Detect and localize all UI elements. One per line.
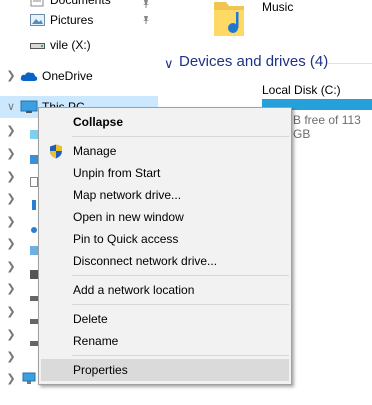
desktop-icon xyxy=(30,155,38,164)
menu-item-disconnect-network-drive[interactable]: Disconnect network drive... xyxy=(41,250,289,272)
nav-item-onedrive[interactable]: ❯ OneDrive xyxy=(0,65,158,87)
devices-drives-header[interactable]: Devices and drives (4) xyxy=(179,53,328,70)
nav-item-label: OneDrive xyxy=(42,69,93,83)
chevron-right-icon[interactable]: ❯ xyxy=(6,260,16,282)
music-folder-icon xyxy=(214,2,244,36)
pin-icon[interactable] xyxy=(141,15,151,25)
menu-item-open-new-window[interactable]: Open in new window xyxy=(41,206,289,228)
nav-item-label: Pictures xyxy=(50,13,94,27)
music-label: Music xyxy=(262,0,294,14)
menu-separator xyxy=(72,304,289,305)
chevron-down-icon[interactable]: ∨ xyxy=(164,56,174,72)
menu-item-manage[interactable]: Manage xyxy=(41,140,289,162)
onedrive-cloud-icon xyxy=(20,72,38,81)
chevron-right-icon[interactable]: ❯ xyxy=(6,305,16,327)
nav-item-vile-drive[interactable]: vile (X:) xyxy=(0,34,158,56)
documents-icon xyxy=(30,0,44,7)
menu-item-unpin-from-start[interactable]: Unpin from Start xyxy=(41,162,289,184)
chevron-right-icon[interactable]: ❯ xyxy=(6,215,16,237)
pin-icon[interactable] xyxy=(141,0,151,9)
menu-item-delete[interactable]: Delete xyxy=(41,308,289,330)
music-icon xyxy=(31,227,37,233)
local-disk-free: B free of 113 GB xyxy=(293,113,361,141)
nav-item-label: vile (X:) xyxy=(50,38,91,52)
context-menu: Collapse Manage Unpin from Start Map net… xyxy=(38,107,292,385)
chevron-right-icon[interactable]: ❯ xyxy=(6,282,16,304)
chevron-right-icon[interactable]: ❯ xyxy=(6,192,16,214)
pictures-icon xyxy=(30,14,45,26)
chevron-right-icon[interactable]: ❯ xyxy=(6,237,16,259)
chevron-right-icon[interactable]: ❯ xyxy=(6,65,16,87)
downloads-icon xyxy=(32,200,36,210)
group-divider xyxy=(328,63,372,64)
chevron-right-icon[interactable]: ❯ xyxy=(6,147,16,169)
menu-item-pin-quick-access[interactable]: Pin to Quick access xyxy=(41,228,289,250)
music-folder-item[interactable]: Music xyxy=(214,0,354,40)
uac-shield-icon xyxy=(50,144,62,159)
documents-icon xyxy=(30,177,38,187)
menu-separator xyxy=(72,275,289,276)
menu-item-add-network-location[interactable]: Add a network location xyxy=(41,279,289,301)
videos-icon xyxy=(30,270,38,279)
drive-icon xyxy=(30,296,38,301)
menu-item-rename[interactable]: Rename xyxy=(41,330,289,352)
local-disk-label: Local Disk (C:) xyxy=(262,83,341,97)
chevron-right-icon[interactable]: ❯ xyxy=(6,124,16,146)
3d-objects-icon xyxy=(30,130,38,139)
chevron-right-icon[interactable]: ❯ xyxy=(6,170,16,192)
menu-item-collapse[interactable]: Collapse xyxy=(41,111,289,133)
drive-icon xyxy=(30,43,45,49)
computer-icon xyxy=(20,100,38,113)
chevron-right-icon[interactable]: ❯ xyxy=(6,372,16,394)
nav-item-pictures[interactable]: Pictures xyxy=(0,9,158,31)
drive-icon xyxy=(30,341,38,346)
chevron-down-icon[interactable]: ∨ xyxy=(6,96,16,118)
menu-separator xyxy=(72,136,289,137)
chevron-right-icon[interactable]: ❯ xyxy=(6,350,16,372)
menu-item-properties[interactable]: Properties xyxy=(41,359,289,381)
menu-item-map-network-drive[interactable]: Map network drive... xyxy=(41,184,289,206)
menu-separator xyxy=(72,355,289,356)
pictures-icon xyxy=(30,246,38,255)
network-icon xyxy=(22,372,36,384)
chevron-right-icon[interactable]: ❯ xyxy=(6,328,16,350)
drive-icon xyxy=(30,319,38,324)
